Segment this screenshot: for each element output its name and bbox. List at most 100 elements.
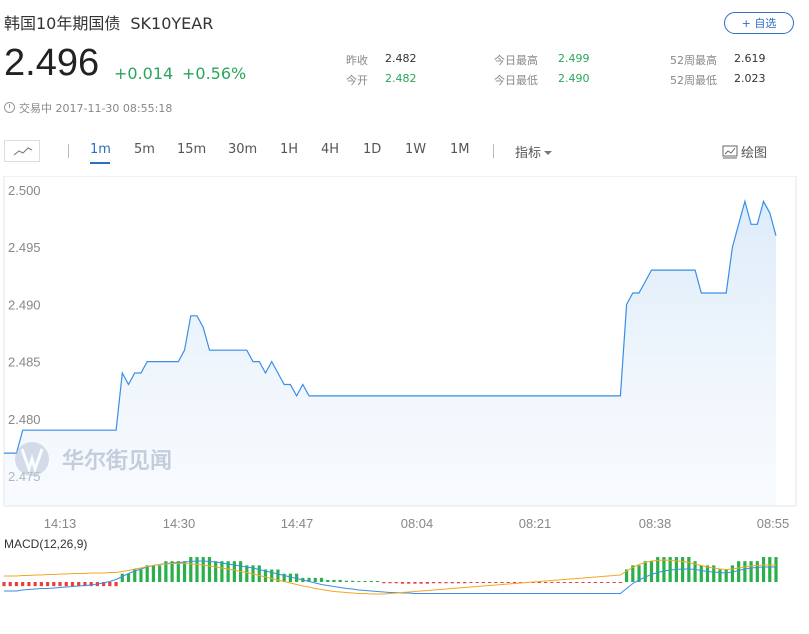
stat-open-value: 2.482 [385, 72, 417, 85]
macd-bar [369, 581, 373, 582]
x-tick-label: 08:55 [757, 516, 790, 531]
trading-status-text: 交易中 2017-11-30 08:55:18 [19, 102, 173, 115]
macd-bar [220, 561, 224, 582]
macd-bar [612, 582, 616, 583]
timeframe-1d[interactable]: 1D [363, 142, 381, 157]
add-to-watchlist-button[interactable]: + 自选 [724, 12, 794, 34]
macd-bar [425, 582, 429, 584]
macd-bar [21, 582, 25, 587]
macd-bar [556, 582, 560, 583]
x-tick-label: 08:04 [401, 516, 434, 531]
x-tick-label: 08:21 [519, 516, 552, 531]
timeframe-15m[interactable]: 15m [177, 142, 206, 157]
macd-bar [257, 565, 261, 582]
macd-bar [649, 561, 654, 582]
macd-bar [450, 582, 454, 584]
stat-52w-low-label: 52周最低 [670, 74, 717, 87]
macd-bar [45, 582, 50, 587]
macd-bar [413, 582, 417, 584]
macd-label: MACD(12,26,9) [4, 537, 87, 551]
macd-bar [587, 582, 591, 583]
macd-bar [33, 582, 37, 587]
macd-bar [699, 565, 703, 582]
toolbar-divider [68, 144, 69, 158]
x-tick-label: 14:47 [281, 516, 314, 531]
macd-bar [375, 581, 380, 582]
macd-bar [755, 561, 759, 582]
macd-bar [394, 582, 398, 584]
y-tick-label: 2.480 [8, 412, 41, 427]
macd-bar [512, 582, 517, 583]
macd-dif-line [4, 560, 776, 594]
macd-bar [189, 557, 193, 582]
watermark-text: 华尔街见闻 [62, 448, 172, 474]
timeframe-4h[interactable]: 4H [321, 142, 339, 157]
macd-bar [456, 582, 461, 584]
macd-bar [550, 582, 554, 583]
indicator-dropdown[interactable]: 指标 [515, 142, 553, 161]
macd-bar [126, 573, 131, 582]
macd-bar [214, 561, 218, 582]
watermark-logo [15, 442, 49, 476]
macd-bar [593, 582, 598, 583]
timeframe-1h[interactable]: 1H [280, 142, 298, 157]
macd-bar [39, 582, 43, 587]
macd-bar [64, 582, 68, 587]
macd-bar [662, 557, 666, 582]
macd-bar [768, 557, 772, 582]
macd-bar [245, 565, 249, 582]
macd-bar [506, 582, 510, 583]
stat-day-high-label: 今日最高 [494, 54, 538, 67]
stat-day-low-value: 2.490 [558, 72, 590, 85]
instrument-title: 韩国10年期国债 SK10YEAR [4, 10, 213, 34]
draw-button[interactable]: 绘图 [722, 142, 767, 161]
stat-prev-close-value: 2.482 [385, 52, 417, 65]
macd-bar [388, 582, 392, 584]
timeframe-5m[interactable]: 5m [134, 142, 155, 157]
price-chart[interactable]: 2.5002.4952.4902.4852.4802.475华尔街见闻14:13… [0, 176, 809, 634]
timeframe-1m[interactable]: 1m [90, 142, 111, 157]
macd-bar [176, 561, 180, 582]
timeframe-1m[interactable]: 1M [450, 142, 470, 157]
macd-bar [537, 582, 542, 583]
macd-bar [158, 565, 162, 582]
timeframe-1w[interactable]: 1W [405, 142, 426, 157]
macd-bar [58, 582, 62, 587]
macd-bar [332, 579, 336, 582]
macd-bar [618, 582, 622, 583]
macd-bar [313, 577, 317, 582]
macd-bar [438, 582, 442, 584]
y-tick-label: 2.495 [8, 240, 41, 255]
macd-bar [606, 582, 610, 583]
macd-bar [488, 582, 492, 583]
macd-bar [344, 580, 349, 582]
macd-bar [444, 582, 448, 584]
macd-bar [151, 565, 156, 582]
macd-bar [568, 582, 573, 583]
macd-bar [475, 582, 479, 583]
x-tick-label: 08:38 [639, 516, 672, 531]
macd-bar [419, 582, 423, 584]
macd-bar [600, 582, 604, 583]
timeframe-30m[interactable]: 30m [228, 142, 257, 157]
macd-bar [463, 582, 467, 584]
macd-bar [581, 582, 585, 583]
macd-bar [114, 582, 118, 587]
macd-bar [120, 573, 124, 582]
stat-52w-low-value: 2.023 [734, 72, 766, 85]
chart-type-button[interactable] [4, 140, 40, 162]
macd-bar [319, 577, 324, 582]
stat-open-label: 今开 [346, 74, 368, 87]
indicator-label: 指标 [515, 146, 542, 161]
trading-status: 交易中 2017-11-30 08:55:18 [4, 100, 172, 116]
macd-bar [743, 561, 747, 582]
x-tick-label: 14:13 [44, 516, 77, 531]
macd-bar [8, 582, 12, 587]
macd-bar [170, 561, 174, 582]
macd-bar [288, 573, 292, 582]
macd-bar [338, 579, 342, 582]
y-tick-label: 2.500 [8, 183, 41, 198]
caret-down-icon [544, 151, 553, 155]
macd-bar [182, 561, 187, 582]
stat-day-low-label: 今日最低 [494, 74, 538, 87]
